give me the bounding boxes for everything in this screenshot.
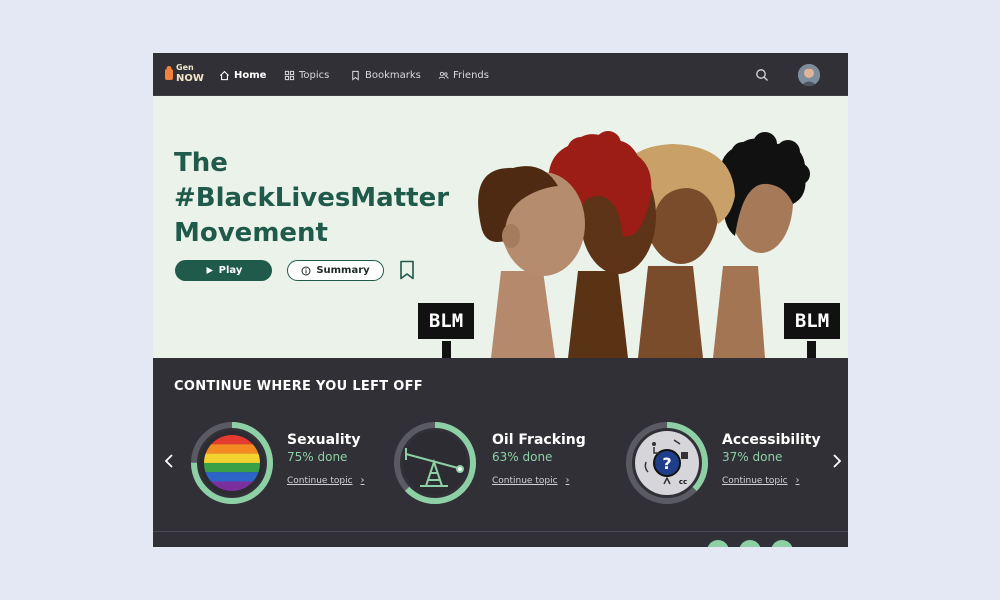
progress-ring xyxy=(394,422,476,504)
rainbow-flag-icon xyxy=(204,435,260,491)
progress-ring xyxy=(191,422,273,504)
footer-divider xyxy=(153,531,848,532)
svg-text:cc: cc xyxy=(679,478,687,486)
bookmark-icon xyxy=(352,70,359,81)
chevron-right-icon[interactable] xyxy=(831,453,843,469)
app-window: Gen NOW Home Topics Bookmarks Friends Th… xyxy=(153,53,848,547)
hero-title: The #BlackLivesMatter Movement xyxy=(174,146,449,251)
blm-sign-left: BLM xyxy=(418,303,474,339)
grid-icon xyxy=(284,70,295,80)
nav-friends-label: Friends xyxy=(453,69,489,81)
play-button[interactable]: Play xyxy=(175,260,272,281)
progress-ring: ? cc xyxy=(626,422,708,504)
blm-illustration xyxy=(478,131,810,358)
continue-topic-link[interactable]: Continue topic › xyxy=(492,475,570,486)
card-progress-text: 63% done xyxy=(492,450,553,464)
continue-heading: CONTINUE WHERE YOU LEFT OFF xyxy=(174,379,423,394)
topic-card-oil-fracking[interactable]: Oil Fracking 63% done Continue topic › xyxy=(392,420,602,510)
hero-title-line-3: Movement xyxy=(174,218,328,248)
continue-topic-label: Continue topic xyxy=(722,475,788,486)
user-avatar[interactable] xyxy=(798,64,820,86)
top-nav: Gen NOW Home Topics Bookmarks Friends xyxy=(153,53,848,96)
avatar-portrait-icon xyxy=(798,64,820,86)
card-progress-text: 37% done xyxy=(722,450,783,464)
sign-post-left xyxy=(442,341,451,358)
search-icon[interactable] xyxy=(755,68,769,82)
info-icon xyxy=(301,266,311,275)
chevron-right-small-icon: › xyxy=(360,475,365,486)
nav-friends[interactable]: Friends xyxy=(438,67,489,83)
continue-topic-link[interactable]: Continue topic › xyxy=(722,475,800,486)
nav-bookmarks-label: Bookmarks xyxy=(365,69,421,81)
hero-title-line-1: The xyxy=(174,148,228,178)
home-icon xyxy=(219,70,230,80)
summary-button-label: Summary xyxy=(316,265,370,276)
instagram-icon[interactable] xyxy=(739,540,761,547)
nav-bookmarks[interactable]: Bookmarks xyxy=(350,67,421,83)
facebook-icon[interactable] xyxy=(707,540,729,547)
continue-topic-label: Continue topic xyxy=(492,475,558,486)
nav-topics[interactable]: Topics xyxy=(284,67,329,83)
nav-home[interactable]: Home xyxy=(219,67,266,83)
chevron-right-small-icon: › xyxy=(795,475,800,486)
twitter-icon[interactable] xyxy=(771,540,793,547)
card-title: Oil Fracking xyxy=(492,432,586,448)
card-title: Sexuality xyxy=(287,432,361,448)
continue-topic-label: Continue topic xyxy=(287,475,353,486)
topic-card-sexuality[interactable]: Sexuality 75% done Continue topic › xyxy=(189,420,379,510)
topic-card-accessibility[interactable]: ? cc Accessibility 37% done Continue top… xyxy=(624,420,829,510)
continue-topic-link[interactable]: Continue topic › xyxy=(287,475,365,486)
logo-text-line1: Gen xyxy=(176,63,194,72)
chevron-right-small-icon: › xyxy=(565,475,570,486)
hero-title-line-2: #BlackLivesMatter xyxy=(174,183,450,213)
gen-now-logo[interactable]: Gen NOW xyxy=(164,62,204,88)
blm-sign-right: BLM xyxy=(784,303,840,339)
sign-post-right xyxy=(807,341,816,358)
play-icon xyxy=(206,267,213,274)
nav-topics-label: Topics xyxy=(299,69,330,81)
continue-section: CONTINUE WHERE YOU LEFT OFF Sexuality 75… xyxy=(153,358,848,547)
logo-cup-icon xyxy=(165,66,173,80)
nav-home-label: Home xyxy=(234,69,267,81)
card-title: Accessibility xyxy=(722,432,821,448)
hero-banner: The #BlackLivesMatter Movement Play Summ… xyxy=(153,96,848,358)
svg-text:?: ? xyxy=(662,454,671,473)
summary-button[interactable]: Summary xyxy=(287,260,384,281)
card-progress-text: 75% done xyxy=(287,450,348,464)
friends-icon xyxy=(438,71,449,79)
chevron-left-icon[interactable] xyxy=(163,453,175,469)
logo-text-line2: NOW xyxy=(176,73,204,84)
play-button-label: Play xyxy=(218,265,243,276)
